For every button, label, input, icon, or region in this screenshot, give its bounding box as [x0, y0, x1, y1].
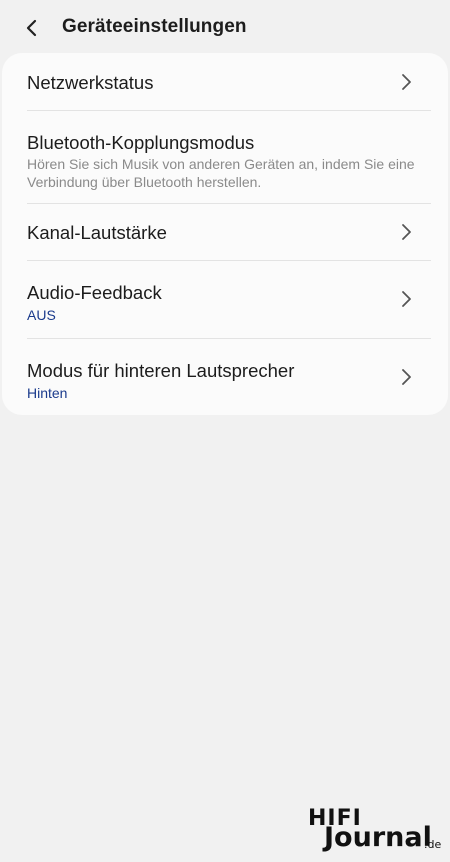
settings-item-audio-feedback[interactable]: Audio-Feedback AUS: [2, 261, 448, 338]
chevron-left-icon: [26, 19, 37, 37]
settings-card: Netzwerkstatus Bluetooth-Kopplungsmodus …: [2, 53, 448, 415]
hifi-journal-watermark-logo: HIFI Journal .de: [306, 806, 446, 856]
chevron-right-icon: [402, 291, 411, 307]
settings-item-network-status[interactable]: Netzwerkstatus: [2, 53, 448, 110]
watermark-brand-suffix: .de: [424, 838, 442, 851]
settings-item-title: Audio-Feedback: [27, 282, 162, 303]
settings-item-bluetooth-pairing-mode[interactable]: Bluetooth-Kopplungsmodus Hören Sie sich …: [2, 111, 448, 203]
settings-item-title: Modus für hinteren Lautsprecher: [27, 360, 295, 381]
settings-item-rear-speaker-mode[interactable]: Modus für hinteren Lautsprecher Hinten: [2, 339, 448, 415]
settings-item-description: Hören Sie sich Musik von anderen Geräten…: [27, 156, 415, 190]
app-bar: Geräteeinstellungen: [0, 0, 450, 56]
chevron-right-icon: [402, 224, 411, 240]
watermark-brand-main: Journal: [324, 822, 432, 853]
settings-item-title: Bluetooth-Kopplungsmodus: [27, 132, 255, 153]
device-settings-screen: Geräteeinstellungen Netzwerkstatus Bluet…: [0, 0, 450, 862]
back-button[interactable]: [18, 13, 46, 43]
settings-item-title: Kanal-Lautstärke: [27, 222, 167, 243]
chevron-right-icon: [402, 369, 411, 385]
chevron-right-icon: [402, 74, 411, 90]
page-title: Geräteeinstellungen: [62, 16, 247, 37]
settings-item-value: AUS: [27, 307, 56, 323]
settings-item-title: Netzwerkstatus: [27, 72, 154, 93]
settings-item-channel-volume[interactable]: Kanal-Lautstärke: [2, 204, 448, 260]
settings-item-value: Hinten: [27, 385, 68, 401]
